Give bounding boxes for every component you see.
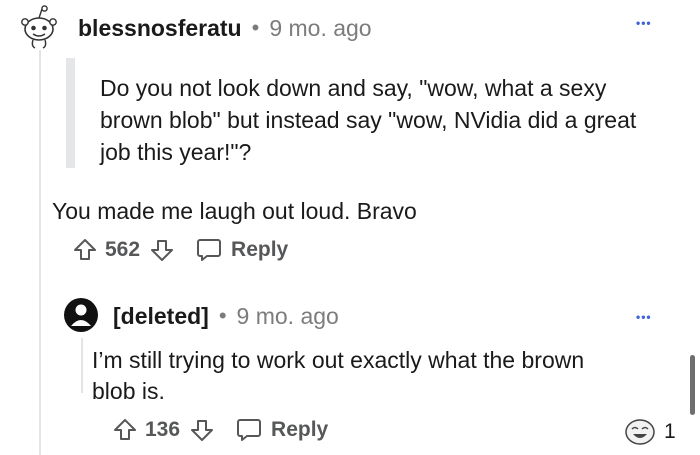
reddit-snoo-avatar-icon[interactable] bbox=[16, 4, 62, 50]
scrollbar[interactable] bbox=[690, 355, 695, 415]
separator-dot: • bbox=[251, 15, 260, 40]
comment-body: You made me laugh out loud. Bravo bbox=[52, 198, 417, 224]
thread-line[interactable] bbox=[39, 50, 41, 455]
nested-thread-line[interactable] bbox=[81, 338, 83, 393]
timestamp[interactable]: 9 mo. ago bbox=[237, 303, 339, 330]
downvote-arrow-icon[interactable] bbox=[189, 417, 215, 443]
username-link[interactable]: blessnosferatu bbox=[78, 15, 242, 42]
separator-dot: • bbox=[218, 303, 227, 328]
award-count: 1 bbox=[664, 420, 676, 443]
comment-header: blessnosferatu • 9 mo. ago bbox=[78, 12, 372, 44]
speech-bubble-icon bbox=[237, 419, 262, 441]
vote-count: 136 bbox=[145, 418, 181, 441]
downvote-arrow-icon[interactable] bbox=[149, 237, 175, 263]
reply-label: Reply bbox=[231, 238, 289, 261]
quote-bar bbox=[66, 58, 75, 168]
speech-bubble-icon bbox=[197, 239, 222, 261]
user-silhouette-icon bbox=[71, 304, 91, 326]
comment-header: [deleted] • 9 mo. ago bbox=[113, 300, 339, 332]
comment-body: I’m still trying to work out exactly wha… bbox=[92, 347, 585, 404]
more-options-button[interactable]: ••• bbox=[636, 16, 652, 30]
comment-actions: 562 Reply bbox=[72, 235, 288, 265]
quoted-text: Do you not look down and say, "wow, what… bbox=[100, 75, 637, 165]
laughing-face-award-icon bbox=[625, 419, 655, 445]
reply-button[interactable]: Reply bbox=[235, 416, 328, 444]
reply-button[interactable]: Reply bbox=[195, 236, 288, 264]
deleted-user-avatar-icon[interactable] bbox=[64, 298, 98, 332]
upvote-arrow-icon[interactable] bbox=[112, 417, 138, 443]
comment-actions: 136 Reply bbox=[112, 415, 328, 445]
award-badge[interactable]: 1 bbox=[624, 418, 676, 446]
more-options-button[interactable]: ••• bbox=[636, 310, 652, 324]
upvote-arrow-icon[interactable] bbox=[72, 237, 98, 263]
timestamp[interactable]: 9 mo. ago bbox=[269, 15, 371, 42]
username-link[interactable]: [deleted] bbox=[113, 303, 209, 330]
vote-count: 562 bbox=[105, 238, 141, 261]
reply-label: Reply bbox=[271, 418, 329, 441]
